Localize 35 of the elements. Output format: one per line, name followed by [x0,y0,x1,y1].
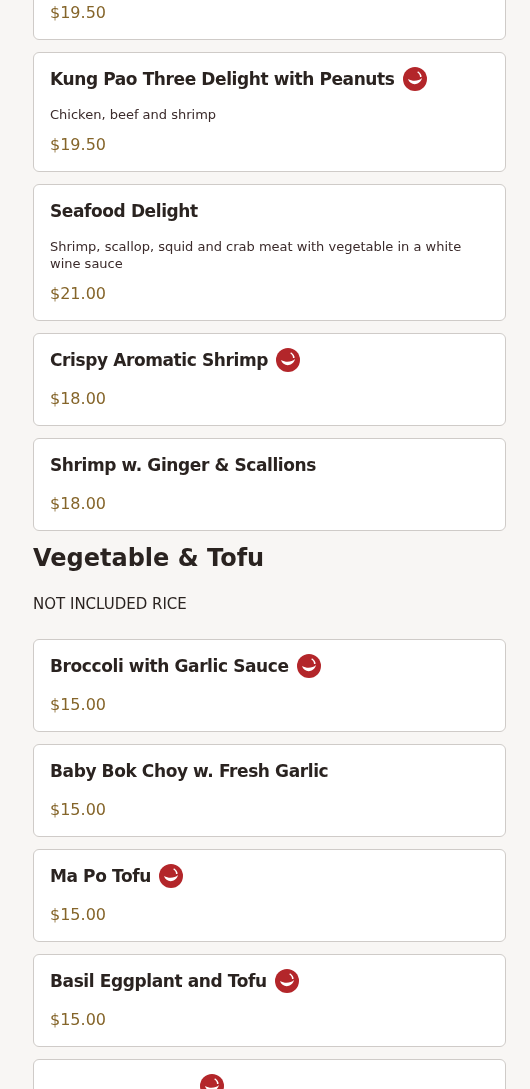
dish-name: Baby Bok Choy w. Fresh Garlic [50,761,329,781]
menu-item-card[interactable]: Broccoli with Garlic Sauce $15.00 [33,639,506,732]
dish-price: $19.50 [50,134,107,156]
menu-item-card[interactable]: Basil Eggplant and Tofu $15.00 [33,954,506,1047]
dish-name: Basil Eggplant and Tofu [50,971,267,991]
dish-price: $18.00 [50,388,107,410]
dish-description: Shrimp, scallop, squid and crab meat with vegetable in a white wine sauce [50,238,463,272]
menu-item-card[interactable]: Seafood Delight Shrimp, scallop, squid and crab meat with vegetable in a white wine sauce $21.00 [33,184,506,321]
dish-name: Broccoli with Garlic Sauce [50,656,289,676]
chili-pepper-icon [158,864,183,888]
dish-price: $15.00 [50,694,107,716]
menu-item-card[interactable]: Baby Bok Choy w. Fresh Garlic $15.00 [33,744,506,837]
dish-price: $19.50 [50,2,107,24]
dish-name: Kung Pao Three Delight with Peanuts [50,69,395,89]
chili-pepper-icon [276,348,300,372]
section-heading: Vegetable & Tofu [33,543,266,573]
dish-name: Seafood Delight [50,201,198,221]
menu-item-card[interactable]: Ma Po Tofu $15.00 [33,849,506,942]
dish-price: $18.00 [50,493,107,515]
chili-pepper-icon [296,654,321,678]
dish-name: Shrimp w. Ginger & Scallions [50,455,316,475]
dish-description: Chicken, beef and shrimp [50,106,218,123]
dish-name: Crispy Aromatic Shrimp [50,350,268,370]
chili-pepper-icon [274,969,299,993]
dish-price: $21.00 [50,283,107,305]
dish-price: $15.00 [50,799,107,821]
section-note: NOT INCLUDED RICE [33,594,188,615]
dish-price: $15.00 [50,1009,107,1031]
dish-name: Ma Po Tofu [50,866,151,886]
menu-item-card[interactable]: Kung Pao Three Delight with Peanuts Chicken, beef and shrimp $19.50 [33,52,506,172]
menu-item-card[interactable]: Crispy Aromatic Shrimp $18.00 [33,333,506,426]
menu-item-card[interactable]: $19.50 [33,0,506,40]
menu-item-card[interactable]: Shrimp w. Ginger & Scallions $18.00 [33,438,506,531]
dish-price: $15.00 [50,904,107,926]
chili-pepper-icon [402,67,427,91]
